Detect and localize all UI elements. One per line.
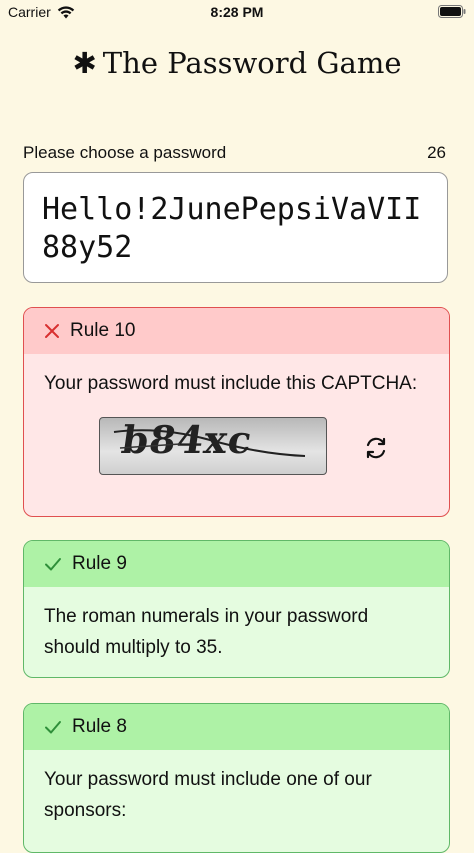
checkmark-icon (45, 721, 61, 734)
x-mark-icon (45, 324, 59, 338)
captcha-image: b84xc (99, 417, 327, 475)
captcha-row: b84xc (44, 399, 429, 489)
status-bar: Carrier 8:28 PM (0, 0, 474, 24)
rule-title: Rule 8 (72, 716, 127, 737)
rule-description: The roman numerals in your password shou… (44, 606, 369, 658)
page-title-text: The Password Game (102, 46, 402, 80)
rule-header: Rule 9 (24, 541, 449, 587)
refresh-captcha-icon[interactable] (362, 434, 390, 462)
rule-title: Rule 10 (70, 320, 136, 341)
password-input[interactable]: Hello!2JunePepsiVaVII88y52 (23, 172, 448, 283)
password-prompt-label: Please choose a password (23, 143, 227, 162)
rule-title: Rule 9 (72, 553, 127, 574)
rule-description: Your password must include one of our sp… (44, 769, 372, 821)
rule-text: Your password must include this CAPTCHA: (44, 373, 418, 394)
rule-header: Rule 10 (24, 308, 449, 354)
rule-card-8: Rule 8 Your password must include one of… (23, 703, 450, 853)
page-title: ✱ The Password Game (0, 46, 474, 80)
status-time: 8:28 PM (210, 4, 264, 20)
rule-card-10: Rule 10 Your password must include this … (23, 307, 450, 517)
rule-description: Your password must include this CAPTCHA:… (24, 354, 449, 489)
captcha-strike-lines (113, 429, 306, 457)
character-count: 26 (427, 143, 446, 162)
battery-icon (438, 5, 466, 18)
password-prompt-row: Please choose a password 26 (23, 143, 446, 165)
asterisk-icon: ✱ (72, 46, 97, 80)
checkmark-icon (45, 558, 61, 571)
rule-header: Rule 8 (24, 704, 449, 750)
rule-card-9: Rule 9 The roman numerals in your passwo… (23, 540, 450, 678)
